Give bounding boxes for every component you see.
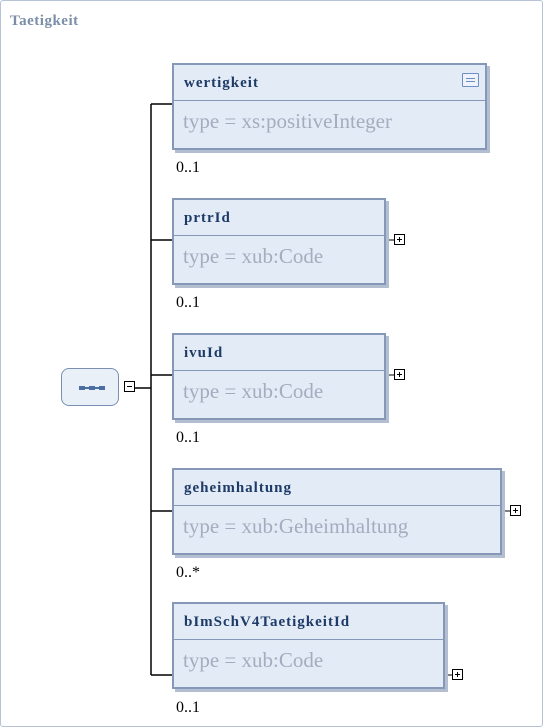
element-type: type = xub:Geheimhaltung bbox=[183, 514, 409, 538]
expand-toggle-icon[interactable] bbox=[452, 669, 463, 680]
cardinality-label: 0..1 bbox=[176, 429, 200, 446]
sequence-compositor[interactable] bbox=[61, 368, 119, 406]
element-name: ivuId bbox=[174, 335, 384, 371]
annotation-icon[interactable] bbox=[462, 73, 479, 87]
cardinality-label: 0..1 bbox=[176, 699, 200, 716]
element-type: type = xub:Code bbox=[183, 244, 324, 268]
element-name: geheimhaltung bbox=[174, 470, 500, 506]
element-name: prtrId bbox=[174, 200, 384, 236]
element-type: type = xs:positiveInteger bbox=[183, 109, 392, 133]
element-box-geheimhaltung[interactable]: geheimhaltung type = xub:Geheimhaltung bbox=[172, 468, 502, 555]
expand-toggle-icon[interactable] bbox=[394, 234, 405, 245]
element-name: wertigkeit bbox=[174, 65, 485, 101]
element-box-ivuId[interactable]: ivuId type = xub:Code bbox=[172, 333, 386, 420]
expand-toggle-icon[interactable] bbox=[394, 369, 405, 380]
element-type: type = xub:Code bbox=[183, 379, 324, 403]
cardinality-label: 0..1 bbox=[176, 294, 200, 311]
element-type: type = xub:Code bbox=[183, 648, 324, 672]
element-box-prtrId[interactable]: prtrId type = xub:Code bbox=[172, 198, 386, 285]
cardinality-label: 0..* bbox=[176, 564, 200, 581]
cardinality-label: 0..1 bbox=[176, 159, 200, 176]
expand-toggle-icon[interactable] bbox=[510, 505, 521, 516]
element-name: bImSchV4TaetigkeitId bbox=[174, 604, 443, 640]
collapse-toggle-icon[interactable] bbox=[124, 381, 135, 392]
schema-diagram-panel: Taetigkeit wertigkeit type = xs:positive… bbox=[0, 0, 543, 727]
element-box-bImSchV4TaetigkeitId[interactable]: bImSchV4TaetigkeitId type = xub:Code bbox=[172, 602, 445, 689]
element-box-wertigkeit[interactable]: wertigkeit type = xs:positiveInteger bbox=[172, 63, 487, 150]
